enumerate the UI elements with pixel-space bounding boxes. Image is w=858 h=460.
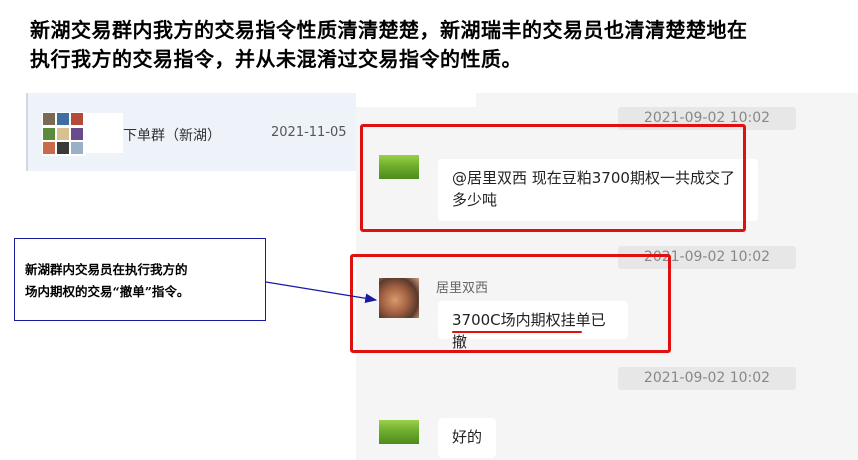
- arrow-line: [265, 281, 378, 303]
- annotation-arrow: [265, 281, 378, 303]
